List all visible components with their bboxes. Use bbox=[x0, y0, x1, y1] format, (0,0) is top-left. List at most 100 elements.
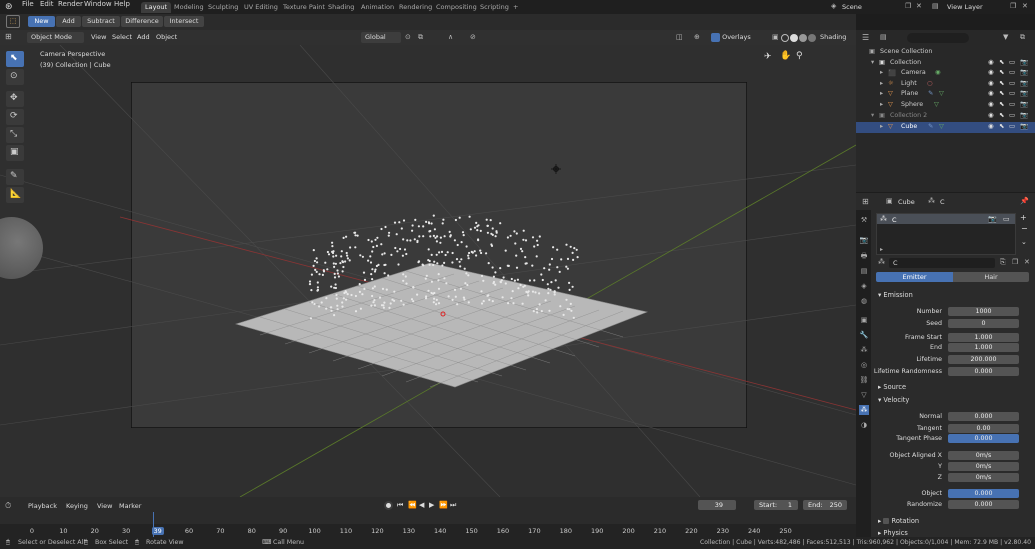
particle-settings-new-icon[interactable]: ❐ bbox=[1012, 258, 1018, 266]
particle-settings-fake-user-icon[interactable]: ⎘ bbox=[1000, 258, 1006, 267]
eye-icon[interactable]: ◉ bbox=[988, 89, 994, 97]
velocity-1-field[interactable]: 0.00 bbox=[948, 424, 1019, 433]
emission-5-field[interactable]: 0.000 bbox=[948, 367, 1019, 376]
emission-section-header[interactable]: ▾ Emission bbox=[878, 291, 913, 299]
tab-world-icon[interactable]: ◍ bbox=[859, 296, 869, 306]
tab-texture-paint[interactable]: Texture Paint bbox=[279, 2, 329, 13]
slot-menu-button[interactable]: ⌄ bbox=[1021, 238, 1027, 246]
select-toggle-icon[interactable]: ⬉ bbox=[999, 58, 1004, 66]
menu-help[interactable]: Help bbox=[114, 0, 130, 8]
velocity-2-field[interactable]: 0.000 bbox=[948, 434, 1019, 443]
shading-material-icon[interactable] bbox=[799, 34, 807, 42]
properties-editor-icon[interactable]: ⊞ bbox=[862, 197, 869, 206]
type-emitter-button[interactable]: Emitter bbox=[876, 272, 953, 282]
tool-scale[interactable]: ⤡ bbox=[6, 127, 24, 143]
viewport-toggle-icon[interactable]: ▭ bbox=[1009, 89, 1015, 97]
timeline-menu-marker[interactable]: Marker bbox=[119, 502, 141, 510]
eye-icon[interactable]: ◉ bbox=[988, 58, 994, 66]
type-hair-button[interactable]: Hair bbox=[953, 272, 1029, 282]
emission-2-field[interactable]: 1.000 bbox=[948, 333, 1019, 342]
play-button[interactable]: ▶ bbox=[429, 501, 434, 509]
gizmo-toggle-icon[interactable]: ⊕ bbox=[694, 33, 700, 41]
render-toggle-icon[interactable]: 📷 bbox=[1020, 79, 1028, 87]
select-toggle-icon[interactable]: ⬉ bbox=[999, 111, 1004, 119]
tab-object-icon[interactable]: ▣ bbox=[859, 315, 869, 325]
jump-start-button[interactable]: ⏮ bbox=[397, 501, 403, 510]
particle-settings-unlink-icon[interactable]: ✕ bbox=[1024, 258, 1030, 266]
object-mode-dropdown[interactable]: Object Mode bbox=[27, 32, 84, 43]
viewport-toggle-icon[interactable]: ▭ bbox=[1009, 58, 1015, 66]
tab-data-icon[interactable]: ▽ bbox=[859, 390, 869, 400]
scene-name-field[interactable]: Scene bbox=[842, 3, 862, 11]
tab-particle-system-icon[interactable]: ⁂ bbox=[859, 405, 869, 415]
menu-file[interactable]: File bbox=[22, 0, 34, 8]
tab-view-layer-icon[interactable]: ▤ bbox=[859, 266, 869, 276]
tab-layout[interactable]: Layout bbox=[141, 2, 172, 13]
render-toggle-icon[interactable]: 📷 bbox=[1020, 111, 1028, 119]
shading-dropdown[interactable]: Shading bbox=[820, 33, 846, 41]
active-tool-icon[interactable]: ⬚ bbox=[6, 15, 20, 28]
menu-select[interactable]: Select bbox=[112, 33, 132, 41]
menu-edit[interactable]: Edit bbox=[40, 0, 54, 8]
record-button[interactable] bbox=[384, 501, 393, 510]
shading-rendered-icon[interactable] bbox=[808, 34, 816, 42]
render-toggle-icon[interactable]: 📷 bbox=[1020, 122, 1028, 130]
mode-new-button[interactable]: New bbox=[28, 16, 55, 27]
xray-icon[interactable]: ▣ bbox=[772, 33, 779, 41]
velocity-3-field[interactable]: 0m/s bbox=[948, 451, 1019, 460]
viewport-toggle-icon[interactable]: ▭ bbox=[1009, 68, 1015, 76]
tool-move[interactable]: ✥ bbox=[6, 91, 24, 107]
timeline-menu-playback[interactable]: Playback bbox=[28, 502, 57, 510]
snap-icon[interactable]: ⧉ bbox=[418, 33, 423, 42]
source-section-header[interactable]: ▸ Source bbox=[878, 383, 906, 391]
particle-slot-render-icon[interactable]: 📷 bbox=[988, 215, 997, 223]
menu-render[interactable]: Render bbox=[58, 0, 83, 8]
menu-window[interactable]: Window bbox=[84, 0, 112, 8]
orientation-dropdown[interactable]: Global bbox=[361, 32, 401, 43]
remove-view-layer-icon[interactable]: ✕ bbox=[1022, 2, 1028, 10]
tab-modeling[interactable]: Modeling bbox=[170, 2, 208, 13]
remove-scene-icon[interactable]: ✕ bbox=[916, 2, 922, 10]
tab-rendering[interactable]: Rendering bbox=[395, 2, 436, 13]
start-frame-field[interactable]: Start: 1 bbox=[754, 500, 798, 510]
display-mode-icon[interactable]: ▤ bbox=[880, 33, 887, 41]
velocity-4-field[interactable]: 0m/s bbox=[948, 462, 1019, 471]
new-collection-icon[interactable]: ⧉ bbox=[1020, 33, 1025, 42]
velocity-0-field[interactable]: 0.000 bbox=[948, 412, 1019, 421]
select-toggle-icon[interactable]: ⬉ bbox=[999, 100, 1004, 108]
tab-uv-editing[interactable]: UV Editing bbox=[240, 2, 282, 13]
tool-annotate[interactable]: ✎ bbox=[6, 169, 24, 185]
tool-measure[interactable]: 📐 bbox=[6, 187, 24, 203]
tool-select-box[interactable]: ⬉ bbox=[6, 51, 24, 67]
tool-transform[interactable]: ▣ bbox=[6, 145, 24, 161]
physics-section-header[interactable]: ▸ Physics bbox=[878, 529, 908, 537]
particle-settings-field[interactable]: C bbox=[889, 258, 995, 268]
view-layer-icon[interactable]: ▤ bbox=[932, 2, 939, 10]
emission-3-field[interactable]: 1.000 bbox=[948, 343, 1019, 352]
viewport-toggle-icon[interactable]: ▭ bbox=[1009, 79, 1015, 87]
next-keyframe-button[interactable]: ⏩ bbox=[439, 501, 448, 509]
velocity-5-field[interactable]: 0m/s bbox=[948, 473, 1019, 482]
tab-output-icon[interactable]: 🖶 bbox=[859, 251, 869, 261]
tab-texture-icon[interactable]: ◑ bbox=[859, 420, 869, 430]
velocity-6-field[interactable]: 0.000 bbox=[948, 489, 1019, 498]
eye-icon[interactable]: ◉ bbox=[988, 122, 994, 130]
tab-sculpting[interactable]: Sculpting bbox=[204, 2, 242, 13]
shading-solid-icon[interactable] bbox=[790, 34, 798, 42]
tool-cursor[interactable]: ⊙ bbox=[6, 69, 24, 85]
menu-object[interactable]: Object bbox=[156, 33, 177, 41]
eye-icon[interactable]: ◉ bbox=[988, 68, 994, 76]
outliner-editor-icon[interactable]: ☰ bbox=[862, 33, 869, 42]
proportional-edit-icon[interactable]: ∧ bbox=[448, 33, 453, 41]
rotation-checkbox[interactable] bbox=[883, 518, 890, 524]
view-object-types-icon[interactable]: ◫ bbox=[676, 33, 683, 41]
end-frame-field[interactable]: End: 250 bbox=[803, 500, 847, 510]
play-reverse-button[interactable]: ◀ bbox=[419, 501, 424, 509]
emission-0-field[interactable]: 1000 bbox=[948, 307, 1019, 316]
editor-type-icon[interactable]: ⊞ bbox=[5, 32, 12, 41]
transform-icon[interactable]: ⊘ bbox=[470, 33, 476, 41]
add-slot-button[interactable]: + bbox=[1020, 213, 1027, 222]
tab-scripting[interactable]: Scripting bbox=[476, 2, 513, 13]
viewport-scene[interactable] bbox=[0, 45, 856, 497]
playhead[interactable] bbox=[153, 512, 154, 537]
